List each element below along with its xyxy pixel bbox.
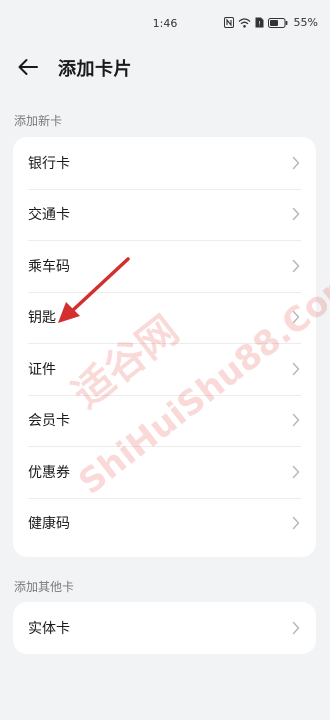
card-row-id[interactable]: 证件 (13, 343, 316, 395)
card-row-label: 健康码 (28, 516, 70, 533)
chevron-right-icon (292, 156, 300, 169)
battery-icon (267, 17, 287, 28)
card-list-add-new: 银行卡 交通卡 乘车码 钥匙 证件 会员卡 优惠券 健康码 (13, 137, 316, 557)
sim-icon: ! (255, 17, 264, 28)
card-row-physical[interactable]: 实体卡 (13, 602, 316, 654)
card-row-transit[interactable]: 交通卡 (13, 188, 316, 241)
card-row-key[interactable]: 钥匙 (13, 291, 316, 344)
chevron-right-icon (292, 311, 300, 324)
chevron-right-icon (292, 414, 300, 427)
card-row-health[interactable]: 健康码 (13, 497, 316, 550)
section-label-add-new: 添加新卡 (14, 114, 63, 128)
card-row-label: 证件 (28, 361, 56, 378)
chevron-right-icon (292, 465, 300, 478)
section-label-add-other: 添加其他卡 (14, 580, 75, 594)
nfc-icon (223, 17, 234, 28)
svg-text:!: ! (258, 21, 260, 28)
back-button[interactable] (14, 54, 42, 80)
card-row-label: 会员卡 (28, 413, 70, 430)
header: 添加卡片 (0, 44, 330, 90)
card-row-label: 钥匙 (28, 310, 56, 327)
card-row-member[interactable]: 会员卡 (13, 394, 316, 447)
card-row-label: 银行卡 (28, 155, 70, 172)
card-row-label: 交通卡 (28, 207, 70, 224)
status-icons: ! 55% (223, 16, 318, 29)
card-list-add-other: 实体卡 (13, 602, 316, 654)
wifi-icon (238, 17, 250, 28)
card-row-coupon[interactable]: 优惠券 (13, 446, 316, 498)
back-arrow-icon (18, 59, 38, 75)
card-row-label: 实体卡 (28, 621, 70, 637)
chevron-right-icon (292, 259, 300, 272)
chevron-right-icon (292, 362, 300, 375)
chevron-right-icon (292, 208, 300, 221)
chevron-right-icon (292, 517, 300, 530)
chevron-right-icon (292, 621, 300, 635)
card-row-ride-code[interactable]: 乘车码 (13, 240, 316, 292)
card-row-label: 乘车码 (28, 258, 70, 275)
page-title: 添加卡片 (58, 59, 132, 80)
card-row-label: 优惠券 (28, 464, 70, 481)
battery-percent: 55% (293, 16, 318, 29)
card-row-bank[interactable]: 银行卡 (13, 137, 316, 189)
status-bar: 1:46 ! 55% (0, 0, 330, 44)
